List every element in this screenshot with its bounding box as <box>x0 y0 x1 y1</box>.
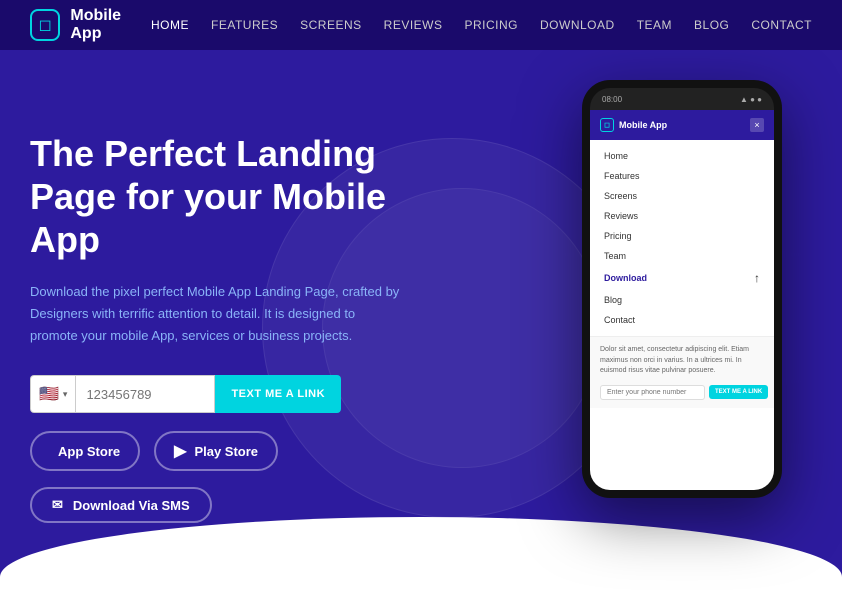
cursor-icon: ↑ <box>754 271 760 285</box>
phone-menu-home[interactable]: Home <box>590 146 774 166</box>
phone-input[interactable] <box>75 375 215 413</box>
logo-text: Mobile App <box>70 7 151 43</box>
nav-reviews[interactable]: REVIEWS <box>384 18 443 32</box>
nav-screens[interactable]: SCREENS <box>300 18 362 32</box>
phone-menu-features[interactable]: Features <box>590 166 774 186</box>
hero-section: The Perfect Landing Page for your Mobile… <box>0 50 842 605</box>
app-store-button[interactable]: App Store <box>30 431 140 471</box>
phone-mockup-input[interactable] <box>600 385 705 400</box>
text-me-link-button[interactable]: TEXT ME A LINK <box>215 375 341 413</box>
hero-title: The Perfect Landing Page for your Mobile… <box>30 132 450 262</box>
sms-input-row: 🇺🇸 ▾ TEXT ME A LINK <box>30 375 450 413</box>
logo-icon: ◻ <box>30 9 60 41</box>
nav-contact[interactable]: CONTACT <box>751 18 812 32</box>
nav-features[interactable]: FEATURES <box>211 18 278 32</box>
phone-app-logo: ◻ Mobile App <box>600 118 667 132</box>
play-icon: ▶ <box>174 441 186 461</box>
sms-icon: ✉ <box>52 497 63 513</box>
phone-status-bar: 08:00 ▲ ● ● <box>590 88 774 110</box>
download-sms-label: Download Via SMS <box>73 498 190 513</box>
phone-time: 08:00 <box>602 95 622 104</box>
nav-links: HOME FEATURES SCREENS REVIEWS PRICING DO… <box>151 16 812 34</box>
nav-home[interactable]: HOME <box>151 18 189 32</box>
play-store-button[interactable]: ▶ Play Store <box>154 431 278 471</box>
phone-nav-menu: Home Features Screens Reviews Pricing <box>590 140 774 336</box>
country-flag-select[interactable]: 🇺🇸 ▾ <box>30 375 75 413</box>
phone-screen-header: ◻ Mobile App × <box>590 110 774 140</box>
app-store-label: App Store <box>58 444 120 459</box>
phone-mockup: 08:00 ▲ ● ● ◻ Mobile App × Home Featu <box>582 80 782 498</box>
nav-logo[interactable]: ◻ Mobile App <box>30 7 151 43</box>
phone-menu-pricing[interactable]: Pricing <box>590 226 774 246</box>
phone-logo-icon: ◻ <box>600 118 614 132</box>
phone-status-icons: ▲ ● ● <box>740 95 762 104</box>
phone-menu-reviews[interactable]: Reviews <box>590 206 774 226</box>
hero-content: The Perfect Landing Page for your Mobile… <box>30 132 450 524</box>
nav-download[interactable]: DOWNLOAD <box>540 18 615 32</box>
phone-menu-screens[interactable]: Screens <box>590 186 774 206</box>
download-via-sms-button[interactable]: ✉ Download Via SMS <box>30 487 212 523</box>
dropdown-arrow-icon: ▾ <box>63 389 68 400</box>
phone-desc-text: Dolor sit amet, consectetur adipiscing e… <box>600 345 764 377</box>
nav-team[interactable]: TEAM <box>637 18 672 32</box>
nav-blog[interactable]: BLOG <box>694 18 729 32</box>
phone-sms-row: TEXT ME A LINK <box>600 385 764 400</box>
phone-logo-text: Mobile App <box>619 120 667 130</box>
store-buttons-row: App Store ▶ Play Store <box>30 431 450 471</box>
nav-pricing[interactable]: PRICING <box>465 18 519 32</box>
flag-emoji: 🇺🇸 <box>39 384 59 404</box>
phone-menu-team[interactable]: Team <box>590 246 774 266</box>
hero-description: Download the pixel perfect Mobile App La… <box>30 281 400 347</box>
play-store-label: Play Store <box>194 444 258 459</box>
phone-menu-contact[interactable]: Contact <box>590 310 774 330</box>
phone-outer-frame: 08:00 ▲ ● ● ◻ Mobile App × Home Featu <box>582 80 782 498</box>
phone-sms-button[interactable]: TEXT ME A LINK <box>709 385 768 399</box>
phone-close-button[interactable]: × <box>750 118 764 132</box>
phone-menu-download[interactable]: Download ↑ <box>590 266 774 290</box>
phone-menu-blog[interactable]: Blog <box>590 290 774 310</box>
navbar: ◻ Mobile App HOME FEATURES SCREENS REVIE… <box>0 0 842 50</box>
phone-bottom-section: Dolor sit amet, consectetur adipiscing e… <box>590 336 774 408</box>
phone-screen: ◻ Mobile App × Home Features Screens <box>590 110 774 490</box>
